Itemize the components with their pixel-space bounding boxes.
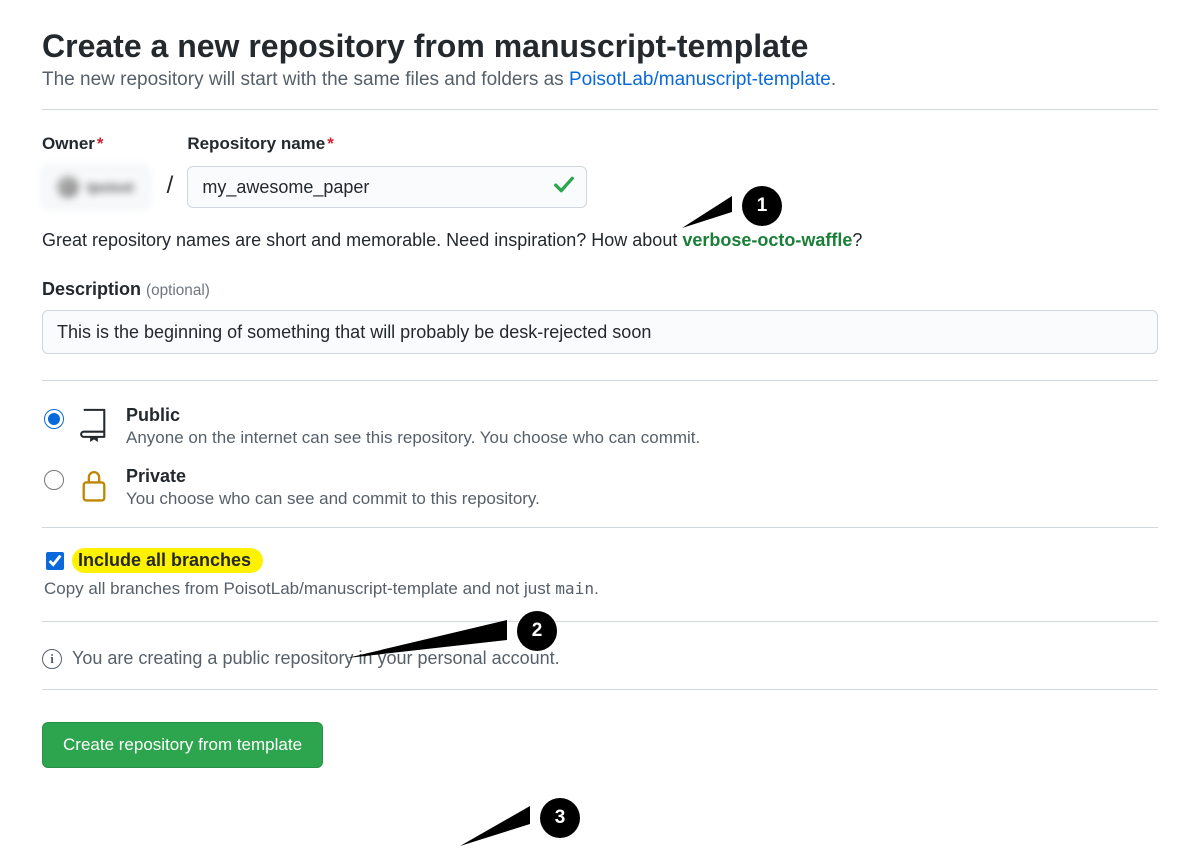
create-repository-button[interactable]: Create repository from template [42,722,323,768]
description-label-text: Description [42,279,141,299]
owner-selector[interactable]: tpoisot [42,166,149,208]
owner-name: tpoisot [87,179,134,195]
avatar [57,176,79,198]
lock-icon [76,467,112,503]
required-asterisk: * [97,134,104,153]
visibility-private-option[interactable]: Private You choose who can see and commi… [42,466,1158,509]
owner-label: Owner* [42,134,149,154]
divider [42,689,1158,690]
annotation-bubble: 3 [540,798,580,838]
include-branches-label: Include all branches [72,548,263,573]
page-subtitle: The new repository will start with the s… [42,69,1158,91]
info-icon: i [42,649,62,669]
name-suggestion[interactable]: verbose-octo-waffle [682,230,852,250]
visibility-private-radio[interactable] [44,470,64,490]
create-note: i You are creating a public repository i… [42,648,1158,669]
subtitle-suffix: . [831,69,836,90]
divider [42,527,1158,528]
required-asterisk: * [327,134,334,153]
repo-name-input[interactable] [187,166,587,208]
hint-text: Great repository names are short and mem… [42,230,682,250]
include-desc-suffix: . [594,579,599,598]
page-title: Create a new repository from manuscript-… [42,28,1158,65]
divider [42,109,1158,110]
visibility-public-title: Public [126,405,700,426]
name-hint: Great repository names are short and mem… [42,230,1158,251]
create-note-text: You are creating a public repository in … [72,648,560,669]
visibility-public-option[interactable]: Public Anyone on the internet can see th… [42,405,1158,448]
path-separator: / [153,172,188,200]
divider [42,621,1158,622]
include-branches-checkbox[interactable] [46,552,64,570]
annotation-callout-3: 3 [460,788,580,848]
branch-code: main [555,579,594,598]
owner-label-text: Owner [42,134,95,153]
visibility-public-description: Anyone on the internet can see this repo… [126,428,700,448]
description-input[interactable] [42,310,1158,354]
visibility-public-radio[interactable] [44,409,64,429]
annotation-bubble: 2 [517,611,557,651]
subtitle-text: The new repository will start with the s… [42,69,569,90]
visibility-private-title: Private [126,466,540,487]
optional-label: (optional) [146,282,210,299]
template-link[interactable]: PoisotLab/manuscript-template [569,69,831,90]
repo-icon [76,406,112,442]
check-icon [553,174,575,201]
include-branches-description: Copy all branches from PoisotLab/manuscr… [44,579,1158,599]
visibility-private-description: You choose who can see and commit to thi… [126,489,540,509]
include-desc-text: Copy all branches from PoisotLab/manuscr… [44,579,555,598]
repo-name-label: Repository name* [187,134,587,154]
divider [42,380,1158,381]
hint-suffix: ? [852,230,862,250]
description-label: Description (optional) [42,279,1158,300]
repo-name-label-text: Repository name [187,134,325,153]
